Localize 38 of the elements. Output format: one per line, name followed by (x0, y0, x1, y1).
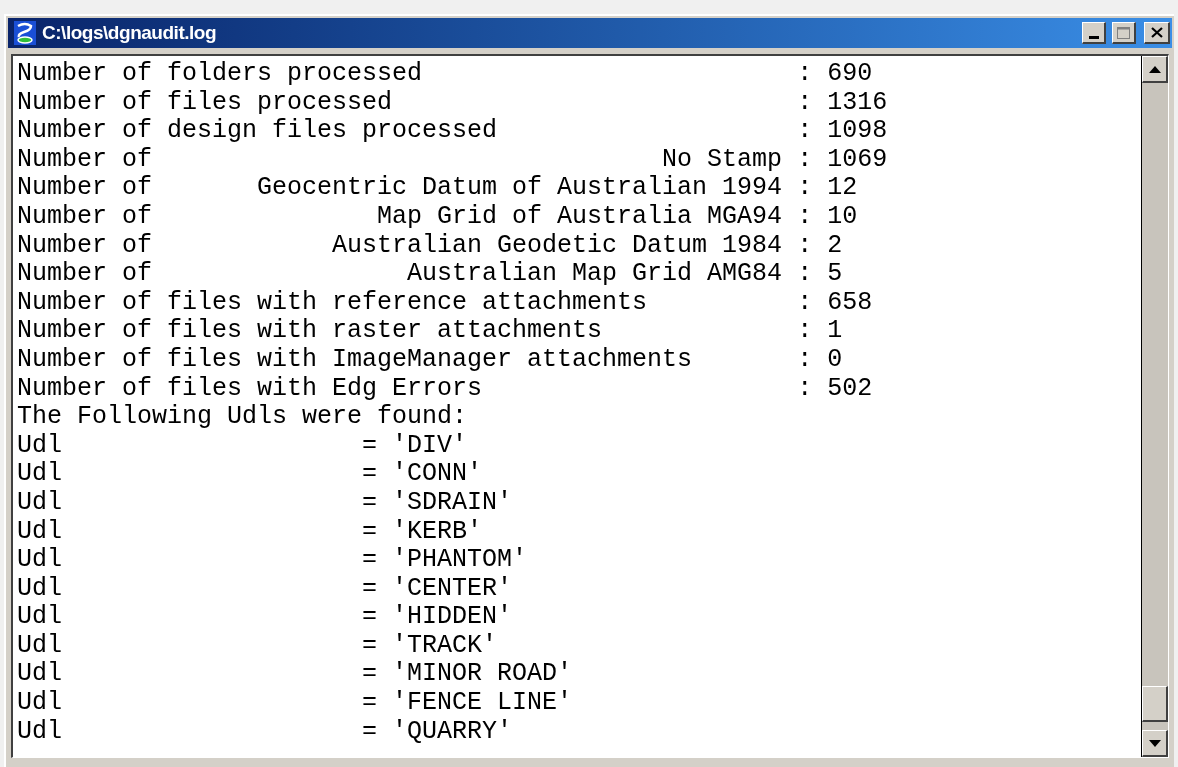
log-line: Number of Map Grid of Australia MGA94 : 10 (17, 202, 858, 232)
log-line: The Following Udls were found: (17, 403, 468, 432)
log-line: Udl = 'KERB' (17, 517, 483, 547)
minimize-icon (1088, 36, 1099, 39)
log-line: Number of Australian Map Grid AMG84 : 5 (17, 260, 843, 289)
minimize-button[interactable] (1082, 22, 1106, 44)
log-line: Udl = 'CONN' (17, 460, 483, 489)
log-line: Udl = 'CENTER' (17, 574, 513, 604)
log-line: Udl = 'FENCE LINE' (17, 689, 573, 718)
down-arrow-icon (1148, 739, 1161, 747)
scroll-thumb[interactable] (1142, 686, 1168, 722)
log-line: Udl = 'MINOR ROAD' (17, 660, 573, 690)
log-line: Udl = 'HIDDEN' (17, 603, 513, 632)
log-line: Number of Geocentric Datum of Australian 1994 : 12 (17, 174, 858, 203)
scroll-down-button[interactable] (1142, 730, 1168, 757)
log-line: Number of files with ImageManager attachments : 0 (17, 345, 843, 375)
log-line: Number of files with raster attachments : 1 (17, 317, 843, 346)
window-title: C:\logs\dgnaudit.log (42, 20, 218, 45)
log-line: Number of design files processed : 1098 (17, 117, 888, 146)
log-line: Udl = 'PHANTOM' (17, 546, 528, 575)
log-line: Number of folders processed : 690 (17, 60, 873, 89)
log-line: Udl = 'DIV' (17, 431, 468, 461)
vertical-scrollbar[interactable] (1141, 56, 1168, 757)
log-line: Udl = 'QUARRY' (17, 717, 513, 747)
maximize-icon (1117, 26, 1130, 39)
log-line: Number of files with Edg Errors : 502 (17, 374, 873, 404)
maximize-button[interactable] (1112, 22, 1136, 44)
scroll-up-button[interactable] (1142, 56, 1168, 83)
app-logo-icon (14, 21, 36, 45)
log-line: Number of No Stamp : 1069 (17, 145, 888, 175)
log-line: Number of Australian Geodetic Datum 1984 : 2 (17, 231, 843, 261)
log-line: Number of files processed : 1316 (17, 88, 888, 118)
log-line: Number of files with reference attachments : 658 (17, 288, 873, 318)
close-icon (1150, 27, 1163, 38)
log-line: Udl = 'SDRAIN' (17, 488, 513, 518)
log-line: Udl = 'TRACK' (17, 631, 498, 661)
up-arrow-icon (1148, 65, 1161, 73)
close-button[interactable] (1144, 22, 1170, 44)
